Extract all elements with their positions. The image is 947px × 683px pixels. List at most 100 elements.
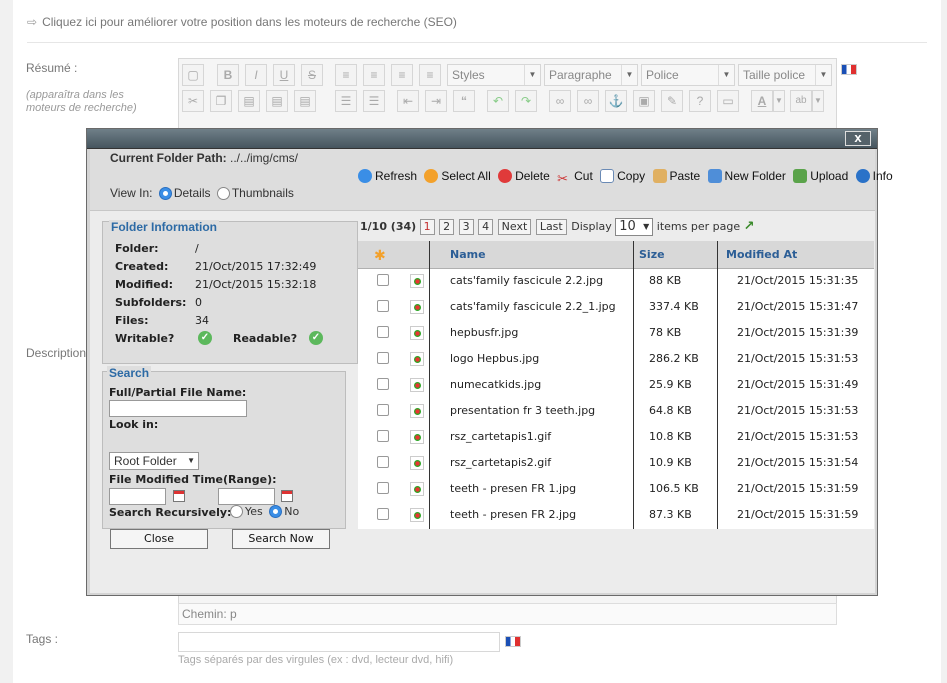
column-header-name[interactable]: Name — [450, 248, 486, 261]
chevron-down-icon[interactable]: ▼ — [812, 90, 824, 112]
row-checkbox[interactable] — [377, 508, 389, 520]
file-name[interactable]: teeth - presen FR 1.jpg — [450, 482, 576, 495]
row-checkbox[interactable] — [377, 404, 389, 416]
underline-icon[interactable]: U — [273, 64, 295, 86]
font-size-select[interactable]: Taille police ▼ — [738, 64, 832, 86]
align-center-icon[interactable]: ≡ — [363, 64, 385, 86]
table-row[interactable]: cats'family fascicule 2.2.jpg 88 KB 21/Oct… — [358, 269, 874, 295]
copy-button[interactable]: Copy — [600, 169, 645, 183]
strikethrough-icon[interactable]: S — [301, 64, 323, 86]
page-button-3[interactable]: 3 — [458, 219, 474, 235]
paragraph-select[interactable]: Paragraphe ▼ — [544, 64, 638, 86]
bullet-list-icon[interactable]: ☰ — [335, 90, 357, 112]
outdent-icon[interactable]: ⇤ — [397, 90, 419, 112]
delete-button[interactable]: Delete — [498, 169, 550, 183]
look-in-select[interactable]: Root Folder ▼ — [109, 452, 199, 470]
recursive-yes-radio[interactable] — [230, 505, 243, 518]
flag-fr-icon[interactable] — [841, 64, 857, 75]
unlink-icon[interactable]: ∞ — [577, 90, 599, 112]
select-all-button[interactable]: Select All — [424, 169, 491, 183]
link-icon[interactable]: ∞ — [549, 90, 571, 112]
file-name[interactable]: presentation fr 3 teeth.jpg — [450, 404, 595, 417]
time-to-input[interactable] — [218, 488, 275, 505]
cleanup-icon[interactable]: ✎ — [661, 90, 683, 112]
column-header-size[interactable]: Size — [639, 248, 665, 261]
file-name[interactable]: hepbusfr.jpg — [450, 326, 518, 339]
page-button-2[interactable]: 2 — [439, 219, 455, 235]
paste-button[interactable]: Paste — [652, 169, 700, 183]
file-name[interactable]: cats'family fascicule 2.2_1.jpg — [450, 300, 616, 313]
row-checkbox[interactable] — [377, 482, 389, 494]
cut-button[interactable]: ✂ Cut — [557, 169, 593, 186]
paste-icon[interactable]: ▤ — [238, 90, 260, 112]
file-name[interactable]: cats'family fascicule 2.2.jpg — [450, 274, 603, 287]
page-button-4[interactable]: 4 — [478, 219, 494, 235]
items-per-page-select[interactable]: 10 ▼ — [615, 218, 654, 236]
upload-button[interactable]: Upload — [793, 169, 848, 183]
file-name[interactable]: numecatkids.jpg — [450, 378, 541, 391]
table-row[interactable]: cats'family fascicule 2.2_1.jpg 337.4 KB 2… — [358, 295, 874, 321]
table-row[interactable]: presentation fr 3 teeth.jpg 64.8 KB 21/Oct… — [358, 399, 874, 425]
italic-icon[interactable]: I — [245, 64, 267, 86]
file-name[interactable]: teeth - presen FR 2.jpg — [450, 508, 576, 521]
row-checkbox[interactable] — [377, 300, 389, 312]
row-checkbox[interactable] — [377, 456, 389, 468]
redo-icon[interactable]: ↷ — [515, 90, 537, 112]
table-row[interactable]: hepbusfr.jpg 78 KB 21/Oct/2015 15:31:39 — [358, 321, 874, 347]
calendar-icon[interactable] — [281, 490, 293, 502]
refresh-button[interactable]: Refresh — [358, 169, 417, 183]
font-select[interactable]: Police ▼ — [641, 64, 735, 86]
row-checkbox[interactable] — [377, 274, 389, 286]
recursive-no-radio[interactable] — [269, 505, 283, 518]
new-document-icon[interactable]: ▢ — [182, 64, 204, 86]
dialog-titlebar[interactable]: x — [87, 129, 877, 149]
row-checkbox[interactable] — [377, 352, 389, 364]
go-arrow-icon[interactable]: ↗ — [744, 219, 755, 234]
bold-icon[interactable]: B — [217, 64, 239, 86]
file-name[interactable]: rsz_cartetapis2.gif — [450, 456, 551, 469]
time-from-input[interactable] — [109, 488, 166, 505]
table-row[interactable]: rsz_cartetapis2.gif 10.9 KB 21/Oct/2015 15… — [358, 451, 874, 477]
table-row[interactable]: logo Hepbus.jpg 286.2 KB 21/Oct/2015 15:31… — [358, 347, 874, 373]
calendar-icon[interactable] — [173, 490, 185, 502]
seo-link[interactable]: ⇨ Cliquez ici pour améliorer votre positi… — [27, 15, 457, 29]
text-color-icon[interactable]: A — [751, 90, 773, 112]
align-right-icon[interactable]: ≡ — [391, 64, 413, 86]
view-details-radio[interactable] — [158, 187, 172, 200]
row-checkbox[interactable] — [377, 378, 389, 390]
numbered-list-icon[interactable]: ☰ — [363, 90, 385, 112]
file-name-input[interactable] — [109, 400, 247, 417]
align-justify-icon[interactable]: ≡ — [419, 64, 441, 86]
flag-fr-icon[interactable] — [505, 636, 521, 647]
styles-select[interactable]: Styles ▼ — [447, 64, 541, 86]
table-row[interactable]: rsz_cartetapis1.gif 10.8 KB 21/Oct/2015 15… — [358, 425, 874, 451]
new-folder-button[interactable]: New Folder — [707, 169, 786, 183]
indent-icon[interactable]: ⇥ — [425, 90, 447, 112]
anchor-icon[interactable]: ⚓ — [605, 90, 627, 112]
file-name[interactable]: logo Hepbus.jpg — [450, 352, 539, 365]
info-button[interactable]: Info — [855, 169, 893, 183]
next-page-button[interactable]: Next — [497, 219, 532, 235]
close-search-button[interactable]: Close — [110, 529, 208, 549]
last-page-button[interactable]: Last — [535, 219, 567, 235]
align-left-icon[interactable]: ≡ — [335, 64, 357, 86]
chevron-down-icon[interactable]: ▼ — [773, 90, 785, 112]
file-name[interactable]: rsz_cartetapis1.gif — [450, 430, 551, 443]
image-icon[interactable]: ▣ — [633, 90, 655, 112]
tags-input[interactable] — [178, 632, 500, 652]
cut-icon[interactable]: ✂ — [182, 90, 204, 112]
search-now-button[interactable]: Search Now — [232, 529, 330, 549]
undo-icon[interactable]: ↶ — [487, 90, 509, 112]
column-header-modified[interactable]: Modified At — [726, 248, 797, 261]
view-thumbnails-radio[interactable] — [216, 187, 230, 200]
page-button-1[interactable]: 1 — [419, 219, 435, 235]
row-checkbox[interactable] — [377, 326, 389, 338]
table-row[interactable]: numecatkids.jpg 25.9 KB 21/Oct/2015 15:31:… — [358, 373, 874, 399]
paste-word-icon[interactable]: ▤ — [294, 90, 316, 112]
select-all-header-icon[interactable]: ✱ — [374, 247, 386, 264]
code-icon[interactable]: ▭ — [717, 90, 739, 112]
table-row[interactable]: teeth - presen FR 2.jpg 87.3 KB 21/Oct/201… — [358, 503, 874, 529]
paste-text-icon[interactable]: ▤ — [266, 90, 288, 112]
row-checkbox[interactable] — [377, 430, 389, 442]
close-button[interactable]: x — [845, 131, 871, 146]
